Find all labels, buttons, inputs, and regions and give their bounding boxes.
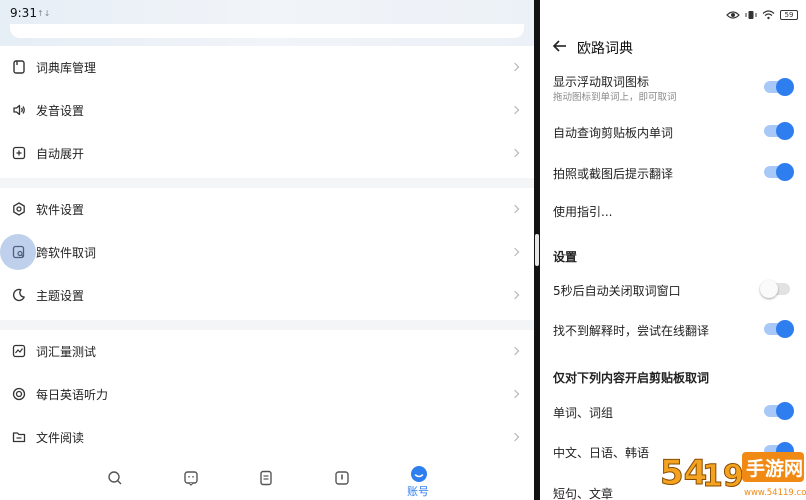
setting-clipboard-query-label: 自动查询剪贴板内单词	[553, 126, 674, 140]
plus-square-icon	[11, 145, 27, 161]
chevron-right-icon	[510, 62, 520, 72]
back-arrow-icon[interactable]	[552, 38, 568, 54]
toggle-floating-icon[interactable]	[764, 78, 794, 96]
menu-item-theme-settings[interactable]: 主题设置	[0, 274, 534, 316]
chevron-right-icon	[510, 290, 520, 300]
setting-floating-icon-label: 显示浮动取词图标	[553, 75, 650, 89]
account-tab-icon[interactable]	[411, 466, 427, 482]
watermark-url: www.54119.com	[744, 488, 806, 498]
page-title: 欧路词典	[577, 41, 633, 57]
touch-ripple	[0, 234, 36, 270]
site-watermark-logo: 54 19 手游网 www.54119.com	[658, 446, 806, 500]
toggle-photo-translate[interactable]	[764, 163, 794, 181]
menu-item-label: 词汇量测试	[36, 344, 97, 359]
toggle-clipboard-query[interactable]	[764, 122, 794, 140]
folder-icon	[11, 429, 27, 445]
setting-floating-icon-description: 拖动图标到单词上，即可取词	[553, 92, 677, 103]
book-tab[interactable]	[330, 468, 354, 492]
menu-item-vocabulary-test[interactable]: 词汇量测试	[0, 330, 534, 372]
setting-words-label: 单词、词组	[553, 406, 614, 420]
chevron-right-icon	[510, 105, 520, 115]
section-heading-settings: 设置	[553, 250, 578, 264]
usage-guide-link[interactable]: 使用指引...	[553, 203, 612, 220]
chevron-right-icon	[510, 346, 520, 356]
setting-cjk-label: 中文、日语、韩语	[553, 446, 650, 460]
account-tab-label[interactable]: 账号	[407, 483, 429, 499]
menu-item-label: 软件设置	[36, 202, 85, 217]
menu-item-auto-expand[interactable]: 自动展开	[0, 132, 534, 174]
hexagon-gear-icon	[11, 201, 27, 217]
settings-pane: 59 欧路词典 显示浮动取词图标 拖动图标到单词上，即可取词 自动查询剪贴板内单…	[540, 0, 806, 500]
moon-icon	[11, 287, 27, 303]
menu-item-label: 主题设置	[36, 288, 85, 303]
svg-text:19: 19	[702, 459, 744, 494]
wifi-icon	[762, 5, 775, 24]
watermark-text: 手游网	[746, 457, 803, 480]
menu-group-settings: 软件设置 跨软件取词 主题设置	[0, 188, 534, 320]
toggle-words[interactable]	[764, 402, 794, 420]
menu-item-cross-app-lookup[interactable]: 跨软件取词	[0, 231, 534, 273]
chevron-right-icon	[510, 432, 520, 442]
main-app-pane: 9:31 ↑↓ 词典库管理 发音设置 自动展开 软件设置 跨软件取词 主题设置 …	[0, 0, 534, 500]
setting-photo-translate-label: 拍照或截图后提示翻译	[553, 167, 674, 181]
menu-item-dictionary-manage[interactable]: 词典库管理	[0, 46, 534, 88]
menu-group-dictionary: 词典库管理 发音设置 自动展开	[0, 46, 534, 178]
bottom-tab-bar	[0, 462, 534, 500]
battery-indicator: 59	[780, 9, 798, 20]
document-icon	[258, 470, 274, 490]
status-network-indicator: ↑↓	[37, 9, 51, 18]
account-card-edge	[10, 24, 524, 38]
menu-item-label: 跨软件取词	[36, 245, 97, 260]
menu-item-label: 发音设置	[36, 103, 85, 118]
search-icon	[107, 470, 123, 490]
status-bar-icons: 59	[726, 5, 798, 24]
menu-item-daily-listening[interactable]: 每日英语听力	[0, 373, 534, 415]
speaker-icon	[11, 102, 27, 118]
target-icon	[11, 386, 27, 402]
toggle-online-translate[interactable]	[764, 320, 794, 338]
menu-item-software-settings[interactable]: 软件设置	[0, 188, 534, 230]
chat-face-icon	[183, 470, 199, 490]
menu-item-label: 文件阅读	[36, 430, 85, 445]
search-tab[interactable]	[103, 468, 127, 492]
chart-square-icon	[11, 343, 27, 359]
setting-online-translate-label: 找不到解释时，尝试在线翻译	[553, 324, 710, 338]
menu-group-learning: 词汇量测试 每日英语听力 文件阅读	[0, 330, 534, 462]
svg-text:54: 54	[660, 453, 707, 493]
section-heading-clipboard: 仅对下列内容开启剪贴板取词	[553, 371, 710, 385]
book-icon	[11, 59, 27, 75]
menu-item-label: 自动展开	[36, 146, 85, 161]
open-book-icon	[334, 470, 350, 490]
menu-item-file-reading[interactable]: 文件阅读	[0, 416, 534, 458]
setting-auto-close-label: 5秒后自动关闭取词窗口	[553, 284, 681, 298]
toggle-auto-close[interactable]	[760, 280, 790, 298]
eye-icon	[726, 5, 740, 24]
notes-tab[interactable]	[254, 468, 278, 492]
menu-item-label: 每日英语听力	[36, 387, 109, 402]
chevron-right-icon	[510, 148, 520, 158]
chevron-right-icon	[510, 247, 520, 257]
vibrate-icon	[745, 5, 757, 24]
chat-tab[interactable]	[179, 468, 203, 492]
setting-sentences-label: 短句、文章	[553, 487, 614, 500]
menu-item-label: 词典库管理	[36, 60, 97, 75]
split-screen-drag-handle[interactable]	[535, 234, 539, 266]
menu-item-pronunciation[interactable]: 发音设置	[0, 89, 534, 131]
status-time: 9:31	[10, 6, 37, 20]
chevron-right-icon	[510, 389, 520, 399]
chevron-right-icon	[510, 204, 520, 214]
